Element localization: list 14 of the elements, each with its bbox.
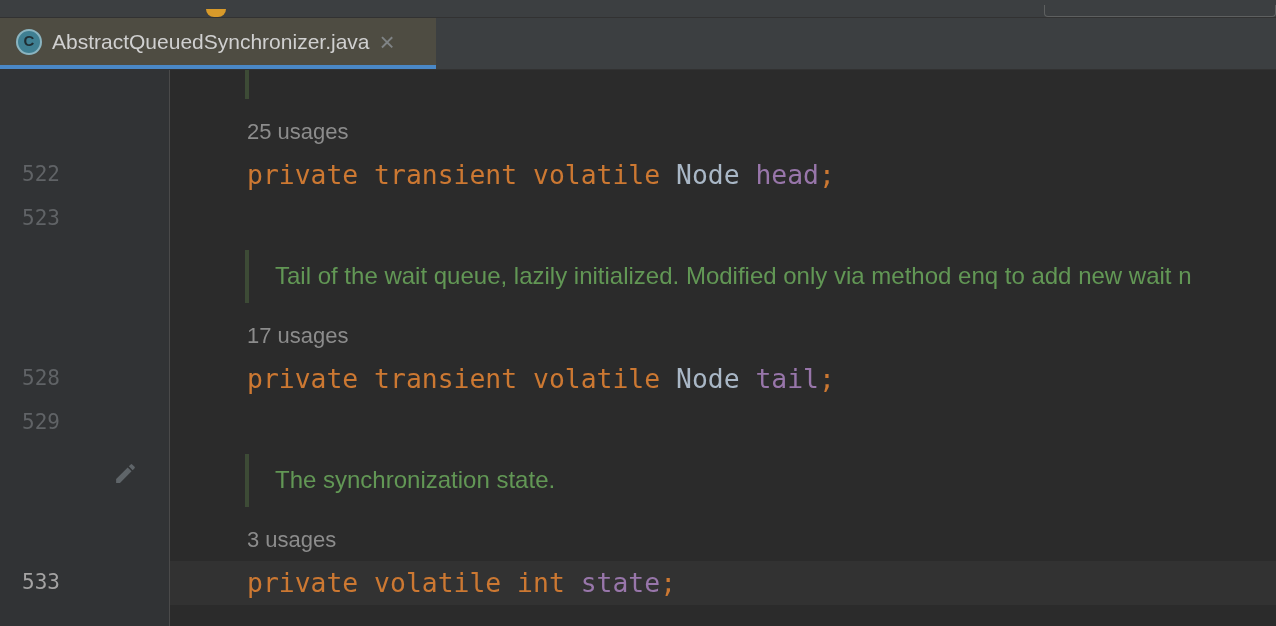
usages-hint[interactable]: 3 usages	[247, 522, 337, 556]
code-line: private volatile int state;	[247, 566, 676, 601]
doc-comment: Tail of the wait queue, lazily initialized. Modified only via method enq to add new wait n	[275, 261, 1192, 291]
usages-hint[interactable]: 25 usages	[247, 114, 349, 148]
usages-hint[interactable]: 17 usages	[247, 318, 349, 352]
doc-comment: The synchronization state.	[275, 465, 556, 495]
pencil-icon[interactable]	[113, 461, 138, 486]
code-line: private transient volatile Node tail;	[247, 362, 835, 397]
file-tab[interactable]: C AbstractQueuedSynchronizer.java ×	[0, 18, 436, 69]
close-icon[interactable]: ×	[379, 28, 395, 55]
class-icon: C	[16, 28, 42, 55]
line-number: 533	[22, 569, 60, 597]
code-line: private transient volatile Node head;	[247, 158, 835, 193]
tab-title: AbstractQueuedSynchronizer.java	[52, 28, 370, 55]
